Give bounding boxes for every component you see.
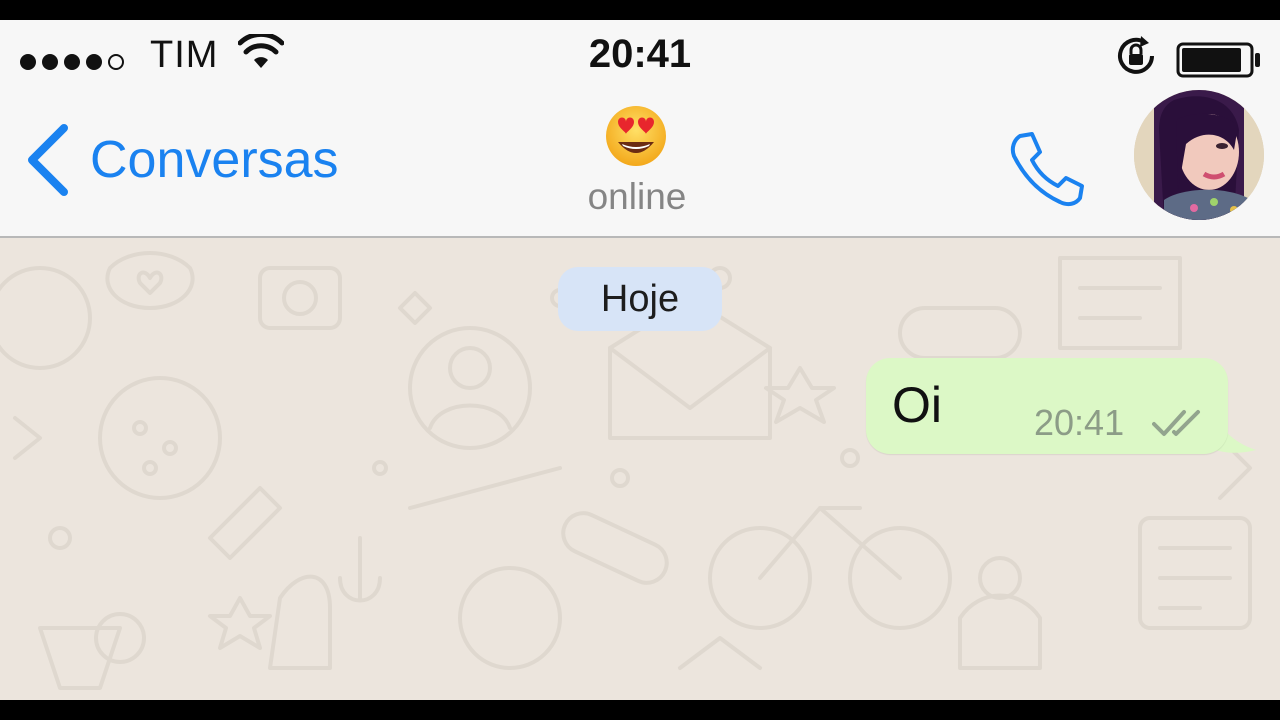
chat-header: Conversas online xyxy=(0,86,1280,238)
message-text: Oi xyxy=(892,377,942,433)
message-time: 20:41 xyxy=(1034,402,1125,443)
avatar[interactable] xyxy=(1134,90,1264,220)
outgoing-message[interactable]: Oi 20:41 xyxy=(866,358,1228,454)
rotation-lock-icon xyxy=(1118,36,1154,74)
phone-screen: TIM 20:41 Conversas online Hoje Oi 20:41 xyxy=(0,20,1280,700)
status-bar: TIM 20:41 xyxy=(0,20,1280,86)
battery-icon xyxy=(1176,42,1260,78)
chat-area[interactable]: Hoje Oi 20:41 xyxy=(0,238,1280,700)
phone-icon[interactable] xyxy=(1006,130,1086,210)
heart-eyes-emoji-icon[interactable] xyxy=(604,104,668,168)
double-check-icon xyxy=(1152,410,1200,436)
date-separator: Hoje xyxy=(558,267,722,331)
contact-photo xyxy=(1134,90,1264,220)
status-time: 20:41 xyxy=(588,32,692,76)
